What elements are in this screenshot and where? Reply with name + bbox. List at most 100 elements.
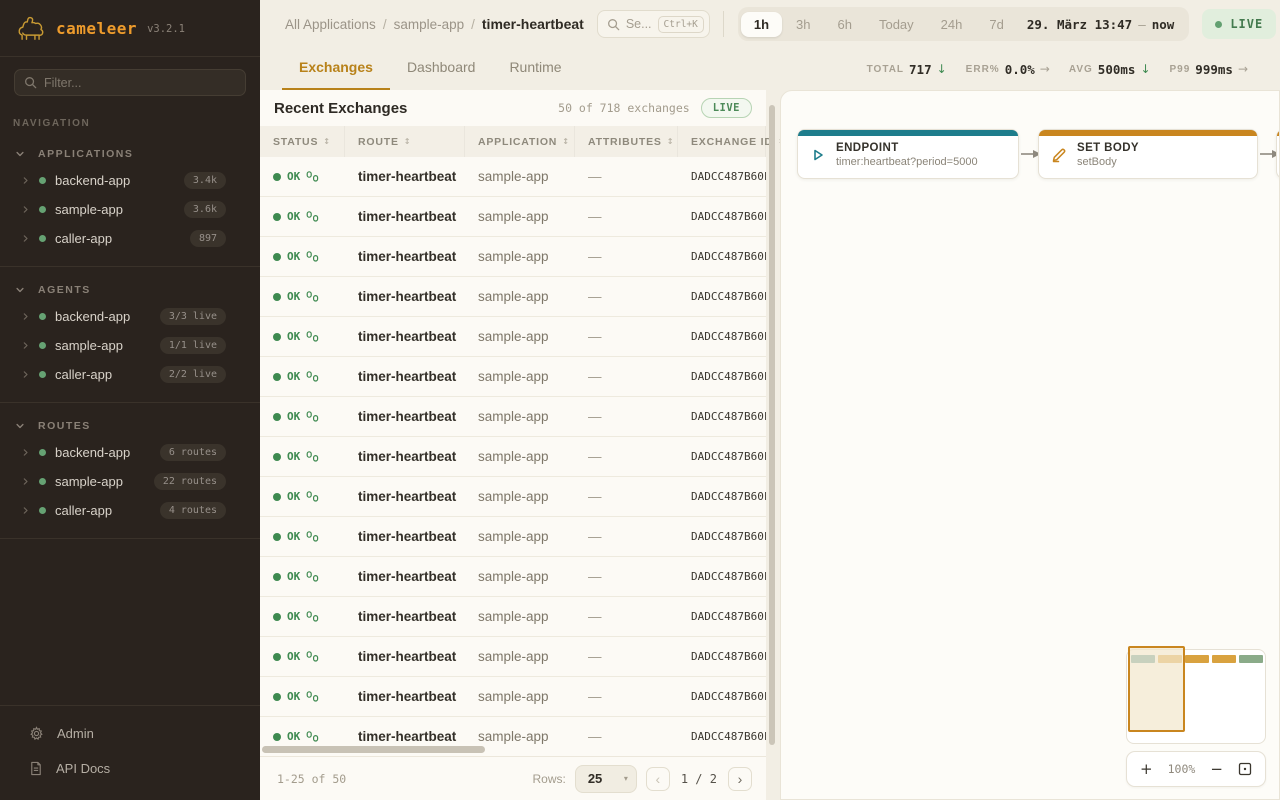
- time-range-7d[interactable]: 7d: [976, 12, 1016, 37]
- table-row[interactable]: OK timer-heartbeat sample-app — DADCC487…: [260, 197, 766, 237]
- vertical-scrollbar[interactable]: [769, 105, 775, 745]
- sidebar-item-badge: 4 routes: [160, 502, 226, 519]
- chevron-right-icon: [21, 477, 30, 486]
- table-row[interactable]: OK timer-heartbeat sample-app — DADCC487…: [260, 237, 766, 277]
- application-cell: sample-app: [465, 169, 575, 184]
- sidebar-item-backend-app[interactable]: backend-app 6 routes: [0, 438, 260, 467]
- table-row[interactable]: OK timer-heartbeat sample-app — DADCC487…: [260, 597, 766, 637]
- gear-icon: [29, 726, 44, 741]
- rows-per-page-select[interactable]: 25 ▾: [575, 765, 637, 793]
- route-cell: timer-heartbeat: [345, 569, 465, 584]
- status-dot: [39, 342, 46, 349]
- breadcrumb-all-applications[interactable]: All Applications: [285, 17, 376, 32]
- stat-avg: AVG500ms↓: [1069, 62, 1151, 77]
- flow-minimap[interactable]: [1126, 649, 1266, 744]
- sidebar-item-caller-app[interactable]: caller-app 897: [0, 224, 260, 253]
- table-row[interactable]: OK timer-heartbeat sample-app — DADCC487…: [260, 477, 766, 517]
- breadcrumb-sample-app[interactable]: sample-app: [394, 17, 465, 32]
- flow-node-endpoint[interactable]: ENDPOINTtimer:heartbeat?period=5000: [797, 129, 1019, 179]
- sidebar-filter-input[interactable]: Filter...: [14, 69, 246, 96]
- zoom-in-button[interactable]: +: [1140, 760, 1153, 778]
- table-row[interactable]: OK timer-heartbeat sample-app — DADCC487…: [260, 277, 766, 317]
- route-cell: timer-heartbeat: [345, 409, 465, 424]
- sidebar-item-sample-app[interactable]: sample-app 1/1 live: [0, 331, 260, 360]
- time-range-today[interactable]: Today: [866, 12, 927, 37]
- horizontal-scrollbar[interactable]: [262, 746, 485, 753]
- sidebar-item-caller-app[interactable]: caller-app 2/2 live: [0, 360, 260, 389]
- route-cell: timer-heartbeat: [345, 169, 465, 184]
- zoom-out-button[interactable]: −: [1210, 760, 1223, 778]
- hoofprints-icon: [306, 691, 319, 703]
- column-header-exchange-id[interactable]: EXCHANGE ID↕: [678, 126, 766, 157]
- sidebar-footer-api-docs[interactable]: API Docs: [0, 751, 260, 786]
- flow-node-partial[interactable]: [1276, 129, 1280, 179]
- table-row[interactable]: OK timer-heartbeat sample-app — DADCC487…: [260, 437, 766, 477]
- sidebar-section-label: ROUTES: [38, 420, 91, 432]
- time-range-24h[interactable]: 24h: [928, 12, 976, 37]
- route-cell: timer-heartbeat: [345, 289, 465, 304]
- sidebar-item-sample-app[interactable]: sample-app 3.6k: [0, 195, 260, 224]
- sidebar-item-sample-app[interactable]: sample-app 22 routes: [0, 467, 260, 496]
- status-dot: [39, 206, 46, 213]
- hoofprints-icon: [306, 731, 319, 743]
- sidebar-section-routes[interactable]: ROUTES: [0, 415, 260, 438]
- hoofprints-icon: [306, 451, 319, 463]
- breadcrumb: All Applications/sample-app/timer-heartb…: [285, 16, 584, 32]
- attributes-cell: —: [575, 729, 678, 744]
- table-row[interactable]: OK timer-heartbeat sample-app — DADCC487…: [260, 637, 766, 677]
- sidebar-section-applications[interactable]: APPLICATIONS: [0, 143, 260, 166]
- column-header-route[interactable]: ROUTE↕: [345, 126, 465, 157]
- tab-dashboard[interactable]: Dashboard: [390, 48, 493, 90]
- sidebar-item-backend-app[interactable]: backend-app 3/3 live: [0, 302, 260, 331]
- sort-icon: ↕: [404, 137, 412, 146]
- prev-page-button[interactable]: ‹: [646, 767, 670, 791]
- sidebar-section-agents[interactable]: AGENTS: [0, 279, 260, 302]
- application-cell: sample-app: [465, 649, 575, 664]
- column-header-status[interactable]: STATUS↕: [260, 126, 345, 157]
- sidebar-footer-admin[interactable]: Admin: [0, 716, 260, 751]
- fit-view-button[interactable]: [1238, 762, 1252, 776]
- camel-logo-icon: [16, 13, 46, 43]
- tab-exchanges[interactable]: Exchanges: [282, 48, 390, 90]
- table-row[interactable]: OK timer-heartbeat sample-app — DADCC487…: [260, 517, 766, 557]
- sidebar-item-label: sample-app: [55, 202, 123, 217]
- column-header-application[interactable]: APPLICATION↕: [465, 126, 575, 157]
- chevron-right-icon: [21, 341, 30, 350]
- table-row[interactable]: OK timer-heartbeat sample-app — DADCC487…: [260, 677, 766, 717]
- status-text: OK: [287, 570, 300, 583]
- table-row[interactable]: OK timer-heartbeat sample-app — DADCC487…: [260, 397, 766, 437]
- search-icon: [607, 18, 620, 31]
- tab-runtime[interactable]: Runtime: [492, 48, 578, 90]
- status-ok-dot: [273, 173, 281, 181]
- table-row[interactable]: OK timer-heartbeat sample-app — DADCC487…: [260, 157, 766, 197]
- status-text: OK: [287, 250, 300, 263]
- column-header-attributes[interactable]: ATTRIBUTES↕: [575, 126, 678, 157]
- search-input[interactable]: Se... Ctrl+K: [597, 10, 710, 38]
- minimap-viewport[interactable]: [1128, 646, 1185, 732]
- date-range-display[interactable]: 29. März 13:47–now: [1027, 17, 1174, 32]
- route-flow-canvas[interactable]: ENDPOINTtimer:heartbeat?period=5000 SET B…: [780, 90, 1280, 800]
- sidebar-item-backend-app[interactable]: backend-app 3.4k: [0, 166, 260, 195]
- hoofprints-icon: [306, 651, 319, 663]
- time-range-3h[interactable]: 3h: [783, 12, 823, 37]
- zoom-level: 100%: [1168, 762, 1196, 776]
- flow-node-set-body[interactable]: SET BODYsetBody: [1038, 129, 1258, 179]
- table-row[interactable]: OK timer-heartbeat sample-app — DADCC487…: [260, 357, 766, 397]
- sidebar-item-caller-app[interactable]: caller-app 4 routes: [0, 496, 260, 525]
- filter-placeholder: Filter...: [44, 76, 82, 90]
- live-toggle[interactable]: LIVE: [1202, 9, 1276, 39]
- status-text: OK: [287, 170, 300, 183]
- table-row[interactable]: OK timer-heartbeat sample-app — DADCC487…: [260, 317, 766, 357]
- application-cell: sample-app: [465, 489, 575, 504]
- status-text: OK: [287, 490, 300, 503]
- attributes-cell: —: [575, 529, 678, 544]
- time-range-6h[interactable]: 6h: [825, 12, 865, 37]
- stat-total: TOTAL717↓: [867, 62, 947, 77]
- next-page-button[interactable]: ›: [728, 767, 752, 791]
- stat-p99: P99999ms→: [1170, 62, 1249, 77]
- time-range-1h[interactable]: 1h: [741, 12, 782, 37]
- status-dot: [39, 177, 46, 184]
- route-cell: timer-heartbeat: [345, 609, 465, 624]
- exchange-id-cell: DADCC487B60F8: [678, 210, 766, 223]
- table-row[interactable]: OK timer-heartbeat sample-app — DADCC487…: [260, 557, 766, 597]
